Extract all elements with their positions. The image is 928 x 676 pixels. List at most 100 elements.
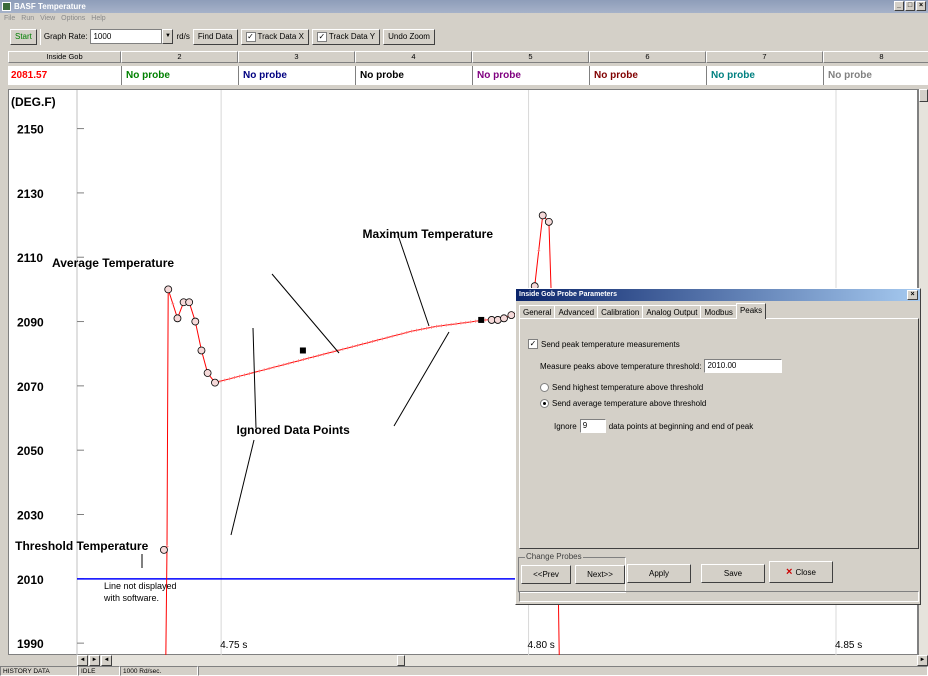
radio-button-selected[interactable] bbox=[540, 399, 549, 408]
peaks-tab-panel: ✓ Send peak temperature measurements Mea… bbox=[519, 318, 919, 549]
sample-tick bbox=[223, 378, 227, 382]
save-button[interactable]: Save bbox=[701, 564, 765, 583]
channel-header[interactable]: 5 bbox=[472, 51, 589, 63]
tab-calibration[interactable]: Calibration bbox=[597, 305, 644, 319]
ignored-point-marker bbox=[197, 346, 206, 355]
minimize-icon[interactable]: _ bbox=[894, 1, 904, 11]
y-tick-label: 1990 bbox=[17, 637, 44, 651]
x-tick-label: 4.85 s bbox=[835, 640, 862, 651]
sample-tick bbox=[356, 343, 360, 347]
scroll-right-arrow[interactable]: ► bbox=[89, 655, 100, 666]
menu-options[interactable]: Options bbox=[61, 13, 85, 25]
ignore-label: Ignore bbox=[554, 421, 577, 431]
radio-button[interactable] bbox=[540, 383, 549, 392]
app-window: BASF Temperature _ □ × File Run View Opt… bbox=[0, 0, 928, 676]
sample-tick bbox=[395, 333, 399, 337]
y-axis-unit-label: (DEG.F) bbox=[11, 95, 56, 109]
horizontal-scrollbar[interactable]: ◄ ► ◄ ► bbox=[77, 655, 928, 666]
undo-zoom-button[interactable]: Undo Zoom bbox=[383, 28, 435, 45]
scroll-thumb[interactable] bbox=[397, 655, 405, 666]
channel-header[interactable]: 8 bbox=[823, 51, 928, 63]
sample-tick bbox=[365, 341, 369, 345]
annotation-avg-temp: Average Temperature bbox=[52, 256, 174, 270]
sample-tick bbox=[464, 321, 468, 325]
close-button[interactable]: × Close bbox=[769, 561, 833, 583]
graph-rate-select[interactable]: 1000 ▼ bbox=[90, 29, 174, 44]
menu-file[interactable]: File bbox=[4, 13, 15, 25]
channel-value: No probe bbox=[823, 66, 928, 85]
note-line-1: Line not displayed bbox=[104, 581, 177, 591]
tab-peaks[interactable]: Peaks bbox=[735, 303, 767, 319]
close-window-icon[interactable]: × bbox=[916, 1, 926, 11]
x-tick-label: 4.80 s bbox=[528, 640, 555, 651]
radio-highest[interactable]: Send highest temperature above threshold bbox=[540, 383, 703, 392]
status-rate: 1000 Rd/sec. bbox=[120, 666, 198, 676]
ignored-point-marker bbox=[538, 211, 547, 220]
prev-button[interactable]: <<Prev bbox=[521, 565, 571, 584]
dialog-title-bar: Inside Gob Probe Parameters × bbox=[516, 289, 920, 301]
threshold-input[interactable]: 2010.00 bbox=[704, 359, 783, 373]
scroll-right-end-arrow[interactable]: ► bbox=[917, 655, 928, 666]
sample-tick bbox=[405, 330, 409, 334]
send-peak-checkbox[interactable]: ✓ Send peak temperature measurements bbox=[528, 339, 680, 349]
sample-tick bbox=[257, 369, 261, 373]
channel-value: No probe bbox=[238, 66, 355, 85]
sample-tick bbox=[390, 334, 394, 338]
channel-header[interactable]: 7 bbox=[706, 51, 823, 63]
dialog-status-strip bbox=[519, 591, 919, 602]
menu-view[interactable]: View bbox=[40, 13, 55, 25]
channel-values: 2081.57 No probe No probe No probe No pr… bbox=[8, 66, 928, 85]
annotation-ignored: Ignored Data Points bbox=[237, 423, 351, 437]
sample-tick bbox=[233, 376, 237, 380]
tab-general[interactable]: General bbox=[519, 305, 556, 319]
sample-tick bbox=[449, 322, 453, 326]
tab-analog-output[interactable]: Analog Output bbox=[642, 305, 702, 319]
sample-tick bbox=[375, 338, 379, 342]
graph-rate-value[interactable]: 1000 bbox=[90, 29, 163, 44]
sample-tick bbox=[316, 354, 320, 358]
radio-average[interactable]: Send average temperature above threshold bbox=[540, 399, 706, 408]
sample-tick bbox=[444, 323, 448, 327]
sample-tick bbox=[228, 377, 232, 381]
apply-button[interactable]: Apply bbox=[627, 564, 691, 583]
annotation-threshold: Threshold Temperature bbox=[15, 539, 148, 553]
sample-tick bbox=[262, 368, 266, 372]
channel-header[interactable]: 2 bbox=[121, 51, 238, 63]
sample-tick bbox=[474, 319, 478, 323]
status-mode: HISTORY DATA bbox=[0, 666, 78, 676]
ignored-point-marker bbox=[164, 285, 173, 294]
chevron-down-icon[interactable]: ▼ bbox=[162, 29, 174, 44]
maximize-icon[interactable]: □ bbox=[905, 1, 915, 11]
sample-tick bbox=[292, 360, 296, 364]
dialog-title: Inside Gob Probe Parameters bbox=[519, 291, 618, 298]
channel-header[interactable]: 6 bbox=[589, 51, 706, 63]
scroll-left-arrow[interactable]: ◄ bbox=[77, 655, 88, 666]
channel-header[interactable]: 3 bbox=[238, 51, 355, 63]
track-data-y-checkbox[interactable]: ✓ Track Data Y bbox=[311, 28, 381, 45]
radio-highest-label: Send highest temperature above threshold bbox=[552, 383, 704, 392]
track-data-x-checkbox[interactable]: ✓ Track Data X bbox=[240, 28, 309, 45]
sample-tick bbox=[424, 326, 428, 330]
sample-tick bbox=[282, 363, 286, 367]
next-button[interactable]: Next>> bbox=[575, 565, 625, 584]
find-data-button[interactable]: Find Data bbox=[192, 28, 238, 45]
tab-modbus[interactable]: Modbus bbox=[700, 305, 737, 319]
menu-help[interactable]: Help bbox=[91, 13, 105, 25]
channel-headers: Inside Gob 2 3 4 5 6 7 8 bbox=[8, 51, 928, 63]
checkbox-check-icon: ✓ bbox=[528, 339, 538, 349]
start-button[interactable]: Start bbox=[10, 28, 37, 45]
ignore-input[interactable]: 9 bbox=[579, 419, 606, 433]
toolbar-separator bbox=[39, 28, 41, 45]
scroll-up-arrow[interactable] bbox=[919, 89, 928, 102]
menu-run[interactable]: Run bbox=[21, 13, 34, 25]
tab-advanced[interactable]: Advanced bbox=[554, 305, 599, 319]
scroll-left-arrow-2[interactable]: ◄ bbox=[101, 655, 112, 666]
ignored-arrow-left bbox=[252, 327, 257, 429]
x-tick-label: 4.75 s bbox=[220, 640, 247, 651]
ignored-point-marker bbox=[191, 317, 200, 326]
dialog-close-icon[interactable]: × bbox=[907, 290, 918, 300]
send-peak-label: Send peak temperature measurements bbox=[541, 339, 680, 349]
channel-header[interactable]: 4 bbox=[355, 51, 472, 63]
sample-tick bbox=[351, 345, 355, 349]
channel-header[interactable]: Inside Gob bbox=[8, 51, 121, 63]
